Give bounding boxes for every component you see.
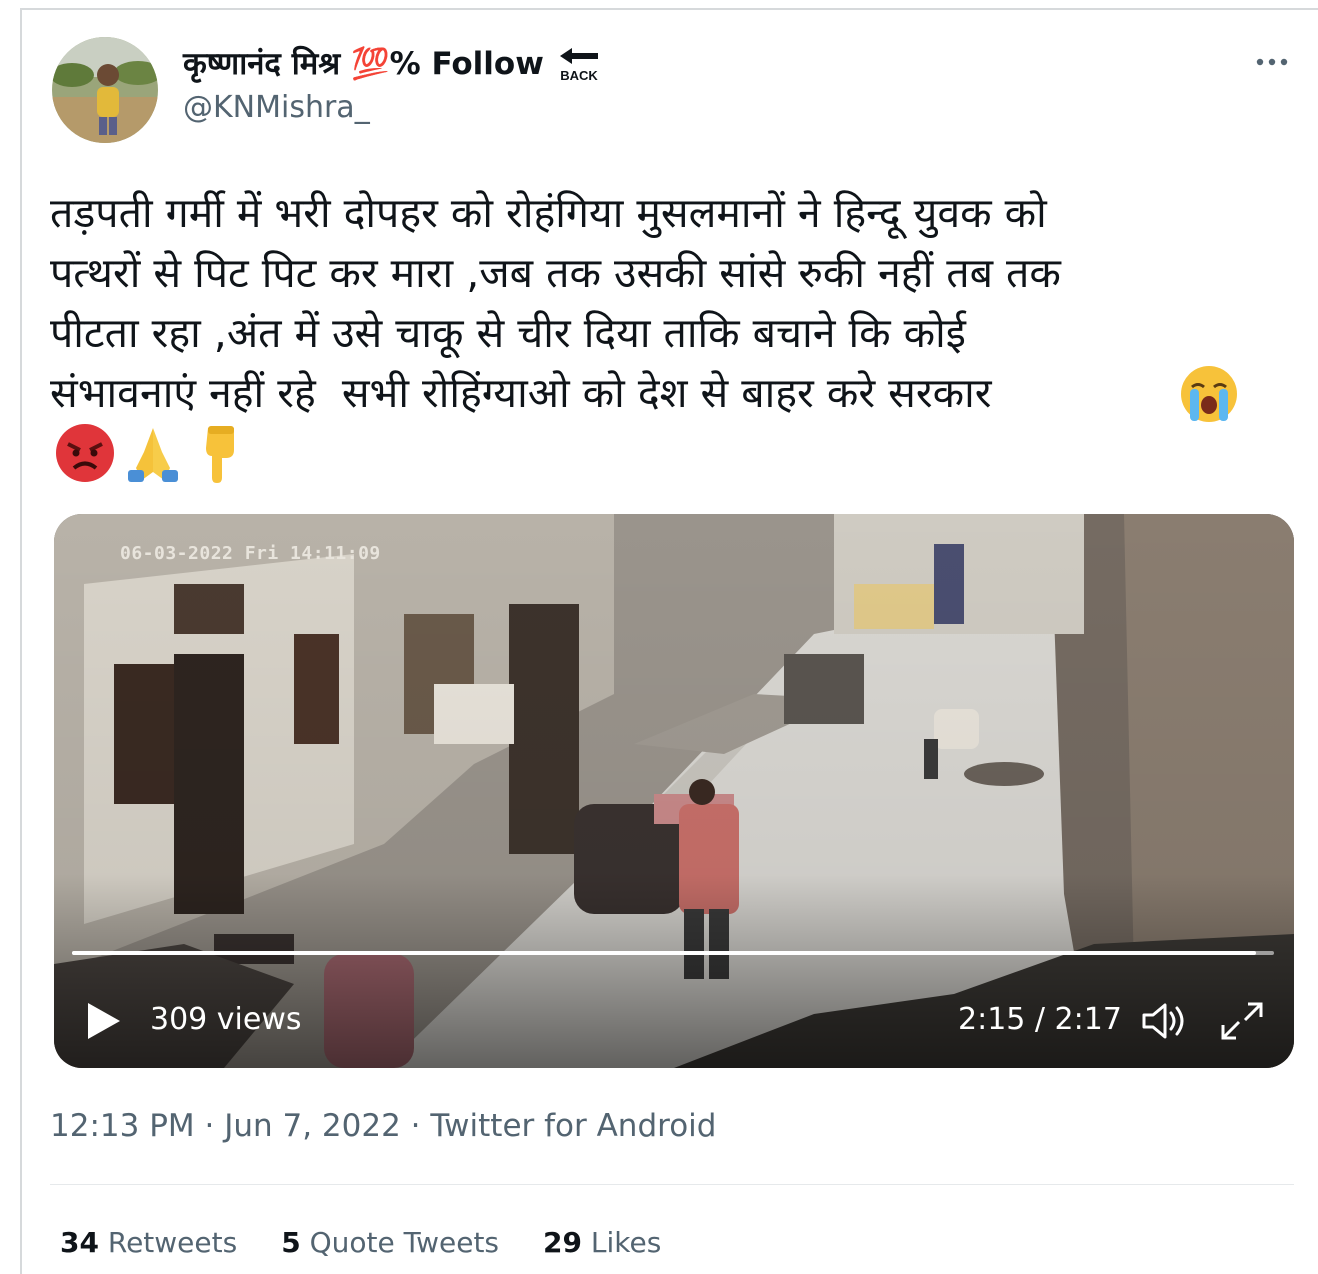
user-name-row: कृष्णानंद मिश्र 💯% Follow BACK	[183, 44, 602, 84]
emoji-row	[54, 422, 252, 484]
video-progress-bar[interactable]	[72, 951, 1274, 955]
cctv-timestamp: 06-03-2022 Fri 14:11:09	[120, 543, 381, 564]
likes-stat[interactable]: 29 Likes	[543, 1226, 661, 1259]
play-icon[interactable]	[86, 1001, 122, 1041]
avatar[interactable]	[52, 37, 158, 143]
loudly-crying-face-icon	[1181, 366, 1237, 422]
display-name[interactable]: कृष्णानंद मिश्र 💯% Follow	[183, 44, 544, 84]
tweet-meta[interactable]: 12:13 PM · Jun 7, 2022 · Twitter for And…	[50, 1108, 716, 1144]
angry-face-icon	[56, 424, 114, 482]
pointing-down-icon	[206, 426, 234, 483]
back-label: BACK	[560, 68, 598, 83]
quote-tweets-stat[interactable]: 5 Quote Tweets	[281, 1226, 499, 1259]
retweets-count: 34	[60, 1226, 99, 1259]
video-frame	[54, 514, 1294, 1068]
quote-tweets-count: 5	[281, 1226, 301, 1259]
avatar-image	[52, 37, 158, 143]
fullscreen-expand-icon[interactable]	[1218, 998, 1266, 1044]
back-arrow-icon: BACK	[559, 48, 598, 83]
likes-count: 29	[543, 1226, 582, 1259]
retweets-label: Retweets	[107, 1226, 238, 1259]
tweet-stats: 34 Retweets 5 Quote Tweets 29 Likes	[60, 1226, 661, 1259]
tweet-text: तड़पती गर्मी में भरी दोपहर को रोहंगिया म…	[50, 189, 1061, 417]
quote-tweets-label: Quote Tweets	[309, 1226, 500, 1259]
divider	[50, 1184, 1294, 1185]
likes-label: Likes	[590, 1226, 662, 1259]
video-player[interactable]	[54, 514, 1294, 1068]
user-handle[interactable]: @KNMishra_	[183, 90, 370, 125]
more-options-icon[interactable]	[1252, 50, 1292, 74]
video-time: 2:15 / 2:17	[958, 1002, 1122, 1037]
video-progress-fill	[72, 951, 1256, 955]
volume-icon[interactable]	[1138, 1000, 1190, 1042]
retweets-stat[interactable]: 34 Retweets	[60, 1226, 237, 1259]
video-views: 309 views	[150, 1002, 302, 1037]
folded-hands-icon	[128, 428, 178, 482]
